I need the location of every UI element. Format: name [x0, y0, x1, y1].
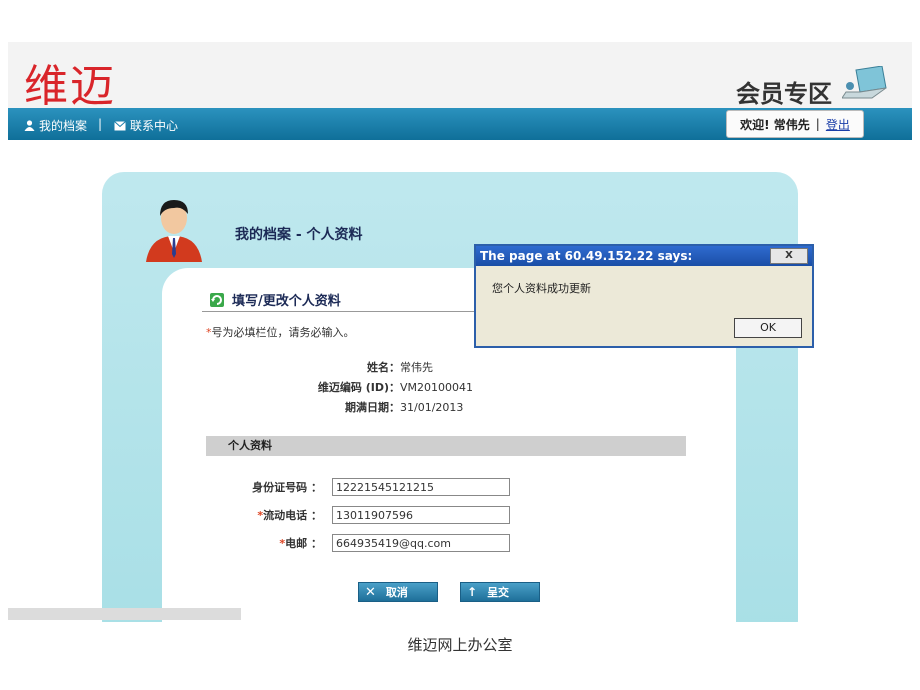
alert-dialog: The page at 60.49.152.22 says: X 您个人资料成功… — [474, 244, 814, 348]
nav-contact-center[interactable]: 联系中心 — [114, 117, 178, 134]
field-label: *电邮 ： — [222, 535, 332, 551]
required-note: *号为必填栏位，请务必输入。 — [206, 324, 355, 340]
field-email: *电邮 ： — [222, 534, 510, 552]
page-title: 我的档案 - 个人资料 — [235, 227, 363, 243]
brand-logo[interactable]: 维迈 — [24, 50, 116, 114]
dialog-title: The page at 60.49.152.22 says: — [480, 249, 693, 263]
welcome-text: 欢迎! 常伟先 — [740, 117, 810, 132]
info-row-id: 维迈编码 (ID)： VM20100041 — [292, 378, 473, 398]
site-header: 维迈 会员专区 — [8, 42, 912, 112]
welcome-separator: | — [815, 117, 820, 131]
cancel-label: 取消 — [385, 586, 408, 599]
section-title-text: 填写/更改个人资料 — [232, 294, 341, 309]
info-label: 姓名： — [367, 361, 400, 374]
refresh-icon — [210, 292, 224, 307]
avatar — [146, 200, 202, 262]
member-info: 姓名： 常伟先 维迈编码 (ID)： VM20100041 期满日期： 31/0… — [292, 358, 473, 418]
mail-icon — [114, 120, 126, 130]
id-number-input[interactable] — [332, 478, 510, 496]
horizontal-scrollbar[interactable] — [8, 608, 241, 620]
nav-separator: | — [98, 117, 103, 131]
field-label: *流动电话 ： — [222, 507, 332, 523]
section-divider — [202, 311, 502, 312]
dialog-message: 您个人资料成功更新 — [492, 282, 591, 295]
dialog-close-button[interactable]: X — [770, 248, 808, 264]
submit-button[interactable]: ↑ 呈交 — [460, 582, 540, 602]
dialog-title-bar[interactable]: The page at 60.49.152.22 says: X — [476, 246, 812, 266]
arrow-up-icon: ↑ — [467, 585, 478, 599]
field-id-number: 身份证号码 ： — [222, 478, 510, 496]
member-zone-title: 会员专区 — [736, 79, 832, 108]
info-label: 期满日期： — [345, 401, 400, 414]
laptop-icon — [842, 66, 887, 99]
user-icon — [24, 120, 35, 131]
mobile-input[interactable] — [332, 506, 510, 524]
welcome-box: 欢迎! 常伟先 | 登出 — [726, 110, 864, 138]
profile-panel: 我的档案 - 个人资料 填写/更改个人资料 *号为必填栏位，请务必输入。 姓名：… — [102, 172, 798, 622]
email-input[interactable] — [332, 534, 510, 552]
info-row-name: 姓名： 常伟先 — [292, 358, 473, 378]
close-icon: ✕ — [365, 584, 376, 600]
dialog-ok-button[interactable]: OK — [734, 318, 802, 338]
info-label: 维迈编码 (ID)： — [317, 381, 400, 394]
field-label-text: 流动电话 ： — [263, 509, 322, 522]
info-value: VM20100041 — [400, 381, 474, 394]
field-mobile: *流动电话 ： — [222, 506, 510, 524]
subsection-header: 个人资料 — [206, 436, 686, 456]
field-label-text: 电邮 ： — [285, 537, 322, 550]
required-note-text: 号为必填栏位，请务必输入。 — [211, 326, 355, 339]
cancel-button[interactable]: ✕ 取消 — [358, 582, 438, 602]
slide-caption: 维迈网上办公室 — [407, 636, 513, 654]
nav-my-profile[interactable]: 我的档案 — [24, 117, 87, 134]
field-label: 身份证号码 ： — [252, 481, 322, 494]
submit-label: 呈交 — [487, 586, 510, 599]
nav-my-profile-label: 我的档案 — [39, 119, 88, 133]
info-value: 31/01/2013 — [400, 401, 464, 414]
nav-contact-center-label: 联系中心 — [130, 119, 179, 133]
info-row-expiry: 期满日期： 31/01/2013 — [292, 398, 473, 418]
logout-link[interactable]: 登出 — [826, 116, 850, 133]
screenshot: 维迈 会员专区 我的档案 | 联系中心 欢迎! 常伟先 | 登出 我的档案 - … — [8, 42, 912, 622]
info-value: 常伟先 — [400, 361, 433, 374]
section-title: 填写/更改个人资料 — [210, 290, 341, 309]
